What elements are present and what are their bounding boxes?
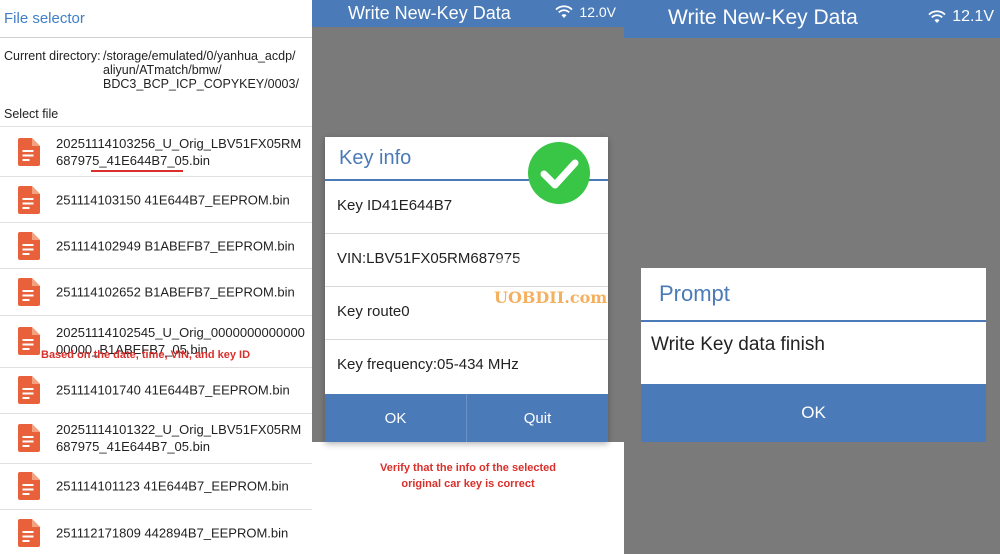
select-file-label: Select file bbox=[4, 107, 59, 121]
screen-title: Write New-Key Data bbox=[348, 3, 511, 23]
file-name: 251112171809 442894B7_EEPROM.bin bbox=[56, 525, 289, 541]
dialog-button-bar: OK Quit bbox=[325, 394, 608, 442]
dialog-title-divider bbox=[641, 320, 986, 322]
file-list-item[interactable]: 251114102949 B1ABEFB7_EEPROM.bin bbox=[0, 222, 312, 268]
highlight-underline bbox=[91, 170, 183, 172]
file-name: 251114101123 41E644B7_EEPROM.bin bbox=[56, 478, 289, 494]
file-selector-title: File selector bbox=[4, 10, 85, 27]
ok-button[interactable]: OK bbox=[641, 384, 986, 442]
file-list-item[interactable]: 251114102652 B1ABEFB7_EEPROM.bin bbox=[0, 268, 312, 314]
watermark: OBD2 bbox=[492, 253, 580, 286]
file-selector-screen: File selector Current directory: /storag… bbox=[0, 0, 312, 554]
watermark-site: UOBDII.com bbox=[494, 288, 608, 307]
file-icon bbox=[18, 327, 40, 356]
annotation-note: Based on the date, time, VIN, and key ID bbox=[41, 349, 251, 361]
divider bbox=[0, 37, 312, 38]
prompt-dialog: Prompt Write Key data finish OK bbox=[641, 268, 986, 442]
file-list-item[interactable]: 251114103150 41E644B7_EEPROM.bin bbox=[0, 176, 312, 222]
file-icon bbox=[18, 231, 40, 260]
file-list-item[interactable]: 251114101740 41E644B7_EEPROM.bin bbox=[0, 366, 312, 413]
key-info-screen: Write New-Key Data 12.0V Key info Key ID… bbox=[312, 0, 624, 554]
voltage-reading: 12.0V bbox=[579, 4, 616, 20]
file-icon bbox=[18, 518, 40, 547]
file-name: 20251114101322_U_Orig_LBV51FX05RM687975_… bbox=[56, 422, 302, 455]
file-list-item[interactable]: 251114101123 41E644B7_EEPROM.bin bbox=[0, 462, 312, 509]
file-icon bbox=[18, 472, 40, 501]
file-name: 251114103150 41E644B7_EEPROM.bin bbox=[56, 192, 290, 208]
divider bbox=[325, 339, 608, 340]
divider bbox=[325, 233, 608, 234]
current-directory-label: Current directory: bbox=[4, 49, 101, 63]
title-bar: Write New-Key Data 12.1V bbox=[624, 0, 1000, 38]
file-list-item[interactable]: 251112171809 442894B7_EEPROM.bin bbox=[0, 508, 312, 554]
bottom-area bbox=[312, 442, 624, 554]
file-name: 20251114103256_U_Orig_LBV51FX05RM687975_… bbox=[56, 135, 302, 168]
title-bar: Write New-Key Data 12.0V bbox=[312, 0, 624, 27]
file-icon bbox=[18, 137, 40, 166]
file-list: 20251114103256_U_Orig_LBV51FX05RM687975_… bbox=[0, 126, 312, 554]
key-route-value: Key route0 bbox=[337, 303, 410, 320]
quit-button[interactable]: Quit bbox=[466, 394, 608, 442]
file-name: 251114101740 41E644B7_EEPROM.bin bbox=[56, 382, 290, 398]
file-icon bbox=[18, 424, 40, 453]
dialog-title: Key info bbox=[339, 147, 412, 169]
prompt-message: Write Key data finish bbox=[651, 334, 825, 355]
key-frequency-value: Key frequency:05-434 MHz bbox=[337, 356, 519, 373]
wifi-icon bbox=[928, 10, 946, 23]
file-name: 251114102949 B1ABEFB7_EEPROM.bin bbox=[56, 238, 295, 254]
file-icon bbox=[18, 376, 40, 405]
file-icon bbox=[18, 185, 40, 214]
file-name: 251114102652 B1ABEFB7_EEPROM.bin bbox=[56, 284, 295, 300]
file-list-item[interactable]: 20251114103256_U_Orig_LBV51FX05RM687975_… bbox=[0, 126, 312, 176]
annotation-note: Verify that the info of the selected ori… bbox=[312, 460, 624, 492]
current-directory-path: /storage/emulated/0/yanhua_acdp/ aliyun/… bbox=[103, 49, 299, 91]
annotation-line: Verify that the info of the selected bbox=[379, 462, 557, 474]
checkmark-icon bbox=[528, 142, 590, 204]
dialog-title: Prompt bbox=[659, 281, 730, 306]
file-list-item[interactable]: 20251114101322_U_Orig_LBV51FX05RM687975_… bbox=[0, 412, 312, 463]
screen-title: Write New-Key Data bbox=[668, 6, 858, 29]
prompt-screen: Write New-Key Data 12.1V Prompt Write Ke… bbox=[624, 0, 1000, 554]
ok-button[interactable]: OK bbox=[325, 394, 466, 442]
wifi-icon bbox=[555, 5, 574, 18]
voltage-reading: 12.1V bbox=[952, 8, 994, 25]
key-id-value: Key ID41E644B7 bbox=[337, 197, 453, 214]
annotation-line: original car key is correct bbox=[401, 478, 535, 490]
file-icon bbox=[18, 277, 40, 306]
